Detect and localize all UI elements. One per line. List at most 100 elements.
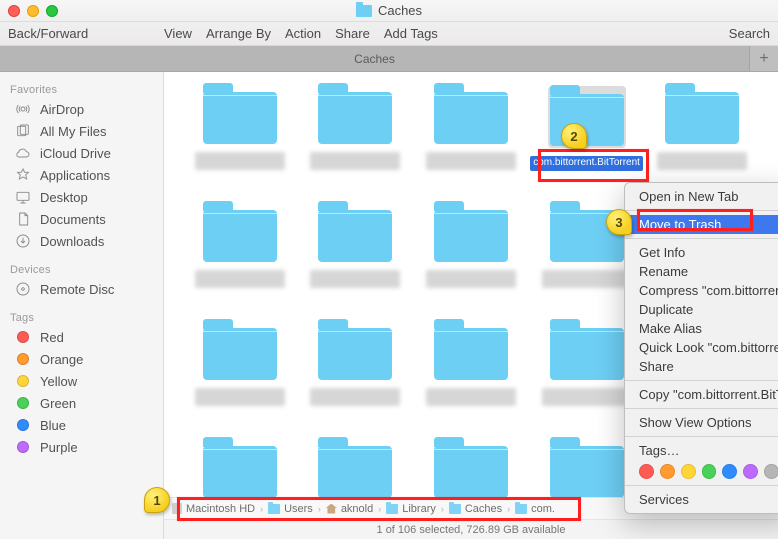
tag-color-dot[interactable] (639, 464, 654, 479)
tag-color-dot[interactable] (722, 464, 737, 479)
sidebar-item-documents[interactable]: Documents (0, 208, 163, 230)
sidebar: FavoritesAirDropAll My FilesiCloud Drive… (0, 72, 164, 539)
sidebar-item-label: Downloads (40, 234, 104, 249)
tag-color-dot[interactable] (743, 464, 758, 479)
sidebar-item-yellow[interactable]: Yellow (0, 370, 163, 392)
back-forward-button[interactable]: Back/Forward (8, 26, 88, 41)
menu-separator (625, 408, 778, 409)
toolbar: Back/Forward View Arrange By Action Share Ad… (0, 22, 778, 46)
folder-item[interactable] (298, 204, 414, 314)
menu-item-get-info[interactable]: Get Info (625, 243, 778, 262)
toolbar-item-action[interactable]: Action (285, 26, 321, 41)
sidebar-item-downloads[interactable]: Downloads (0, 230, 163, 252)
folder-item[interactable] (298, 440, 414, 499)
minimize-button[interactable] (27, 5, 39, 17)
annotation-callout-3: 3 (606, 209, 632, 235)
tag-dot-icon (14, 353, 32, 365)
folder-item[interactable] (182, 204, 298, 314)
sidebar-item-label: Purple (40, 440, 78, 455)
menu-item-rename[interactable]: Rename (625, 262, 778, 281)
sidebar-item-all-my-files[interactable]: All My Files (0, 120, 163, 142)
sidebar-item-applications[interactable]: Applications (0, 164, 163, 186)
path-crumb[interactable]: Macintosh HD (172, 503, 255, 515)
tag-color-dot[interactable] (681, 464, 696, 479)
zoom-button[interactable] (46, 5, 58, 17)
file-label (310, 388, 400, 406)
tag-color-dot[interactable] (702, 464, 717, 479)
sidebar-item-icloud-drive[interactable]: iCloud Drive (0, 142, 163, 164)
menu-item-move-to-trash[interactable]: Move to Trash (625, 215, 778, 234)
sidebar-item-label: iCloud Drive (40, 146, 111, 161)
apps-icon (14, 167, 32, 183)
tab-caches[interactable]: Caches (0, 46, 750, 71)
toolbar-item-view[interactable]: View (164, 26, 192, 41)
folder-item[interactable] (298, 86, 414, 196)
sidebar-item-label: Green (40, 396, 76, 411)
chevron-right-icon: › (260, 504, 263, 514)
menu-item-services[interactable]: Services (625, 490, 778, 509)
tag-color-dot[interactable] (660, 464, 675, 479)
folder-item[interactable] (182, 86, 298, 196)
menu-item-duplicate[interactable]: Duplicate (625, 300, 778, 319)
menu-item-compress-com-bittorrent-bittorrent[interactable]: Compress "com.bittorrent.BitTorrent" (625, 281, 778, 300)
sidebar-item-label: AirDrop (40, 102, 84, 117)
sidebar-item-red[interactable]: Red (0, 326, 163, 348)
path-crumb[interactable]: Library (386, 503, 436, 515)
chevron-right-icon: › (507, 504, 510, 514)
menu-item-make-alias[interactable]: Make Alias (625, 319, 778, 338)
path-crumb-label: com. (531, 503, 555, 515)
folder-item[interactable] (413, 86, 529, 196)
sidebar-item-blue[interactable]: Blue (0, 414, 163, 436)
menu-item-tags[interactable]: Tags… (625, 441, 778, 460)
menu-item-share[interactable]: Share (625, 357, 778, 376)
folder-icon (268, 504, 280, 514)
sidebar-item-label: Blue (40, 418, 66, 433)
folder-icon (356, 5, 372, 17)
menu-separator (625, 238, 778, 239)
sidebar-item-orange[interactable]: Orange (0, 348, 163, 370)
toolbar-item-arrange-by[interactable]: Arrange By (206, 26, 271, 41)
close-button[interactable] (8, 5, 20, 17)
path-crumb[interactable]: Users (268, 503, 313, 515)
menu-item-show-view-options[interactable]: Show View Options (625, 413, 778, 432)
sidebar-item-purple[interactable]: Purple (0, 436, 163, 458)
menu-item-open-in-new-tab[interactable]: Open in New Tab (625, 187, 778, 206)
file-label (542, 388, 632, 406)
file-label (542, 270, 632, 288)
path-crumb[interactable]: com. (515, 503, 555, 515)
sidebar-item-label: Orange (40, 352, 83, 367)
folder-item[interactable] (413, 204, 529, 314)
search-button[interactable]: Search (729, 26, 770, 41)
file-label (310, 152, 400, 170)
documents-icon (14, 211, 32, 227)
folder-item[interactable] (182, 322, 298, 432)
allfiles-icon (14, 123, 32, 139)
tag-color-dot[interactable] (764, 464, 778, 479)
sidebar-item-green[interactable]: Green (0, 392, 163, 414)
folder-icon (515, 504, 527, 514)
path-crumb[interactable]: aknold (326, 503, 373, 515)
sidebar-item-label: Desktop (40, 190, 88, 205)
sidebar-item-label: Remote Disc (40, 282, 114, 297)
folder-item[interactable] (298, 322, 414, 432)
menu-item-quick-look-com-bittorrent-bittorrent[interactable]: Quick Look "com.bittorrent.BitTorrent" (625, 338, 778, 357)
menu-tag-colors (625, 460, 778, 481)
file-label (426, 270, 516, 288)
sidebar-item-desktop[interactable]: Desktop (0, 186, 163, 208)
toolbar-item-share[interactable]: Share (335, 26, 370, 41)
toolbar-item-add-tags[interactable]: Add Tags (384, 26, 438, 41)
selected-file-label[interactable]: com.bittorrent.BitTorrent (530, 156, 643, 171)
folder-item[interactable] (413, 440, 529, 499)
tab-bar: Caches + (0, 46, 778, 72)
folder-item[interactable] (413, 322, 529, 432)
menu-item-copy-com-bittorrent-bittorrent[interactable]: Copy "com.bittorrent.BitTorrent" (625, 385, 778, 404)
chevron-right-icon: › (318, 504, 321, 514)
new-tab-button[interactable]: + (750, 46, 778, 71)
sidebar-item-remote-disc[interactable]: Remote Disc (0, 278, 163, 300)
sidebar-item-label: Red (40, 330, 64, 345)
folder-item[interactable] (644, 86, 760, 196)
sidebar-item-airdrop[interactable]: AirDrop (0, 98, 163, 120)
path-crumb[interactable]: Caches (449, 503, 502, 515)
folder-item[interactable] (182, 440, 298, 499)
home-icon (326, 504, 337, 514)
